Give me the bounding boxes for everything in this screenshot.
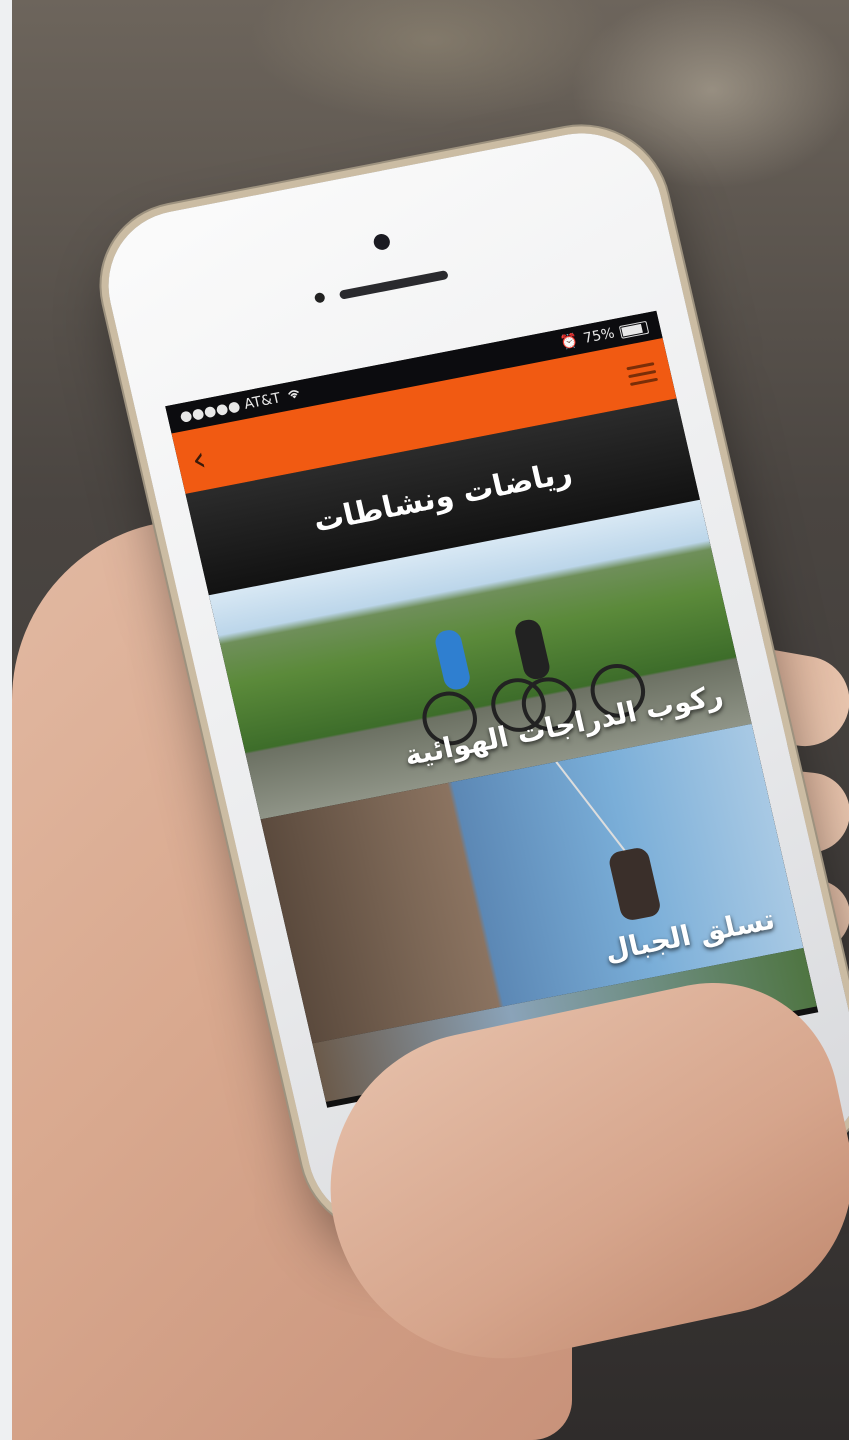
hamburger-icon-bar — [629, 377, 658, 386]
wifi-icon — [284, 386, 303, 405]
climber-figure — [607, 846, 663, 922]
hamburger-icon-bar — [626, 361, 655, 370]
chevron-left-icon: ‹ — [187, 438, 211, 481]
climbing-rope — [555, 761, 632, 859]
cyclist-figure — [433, 628, 473, 692]
battery-icon — [618, 320, 650, 339]
cyclist-figure — [512, 617, 552, 682]
hamburger-icon-bar — [628, 369, 657, 378]
menu-button[interactable] — [626, 361, 658, 386]
battery-percent: 75% — [581, 325, 617, 347]
page-title: رياضات ونشاطات — [310, 454, 576, 539]
front-camera — [372, 232, 392, 252]
alarm-icon: ⏰ — [558, 332, 580, 352]
earpiece-speaker — [338, 270, 449, 300]
proximity-sensor — [313, 291, 326, 304]
back-button[interactable]: ‹ — [187, 438, 211, 481]
